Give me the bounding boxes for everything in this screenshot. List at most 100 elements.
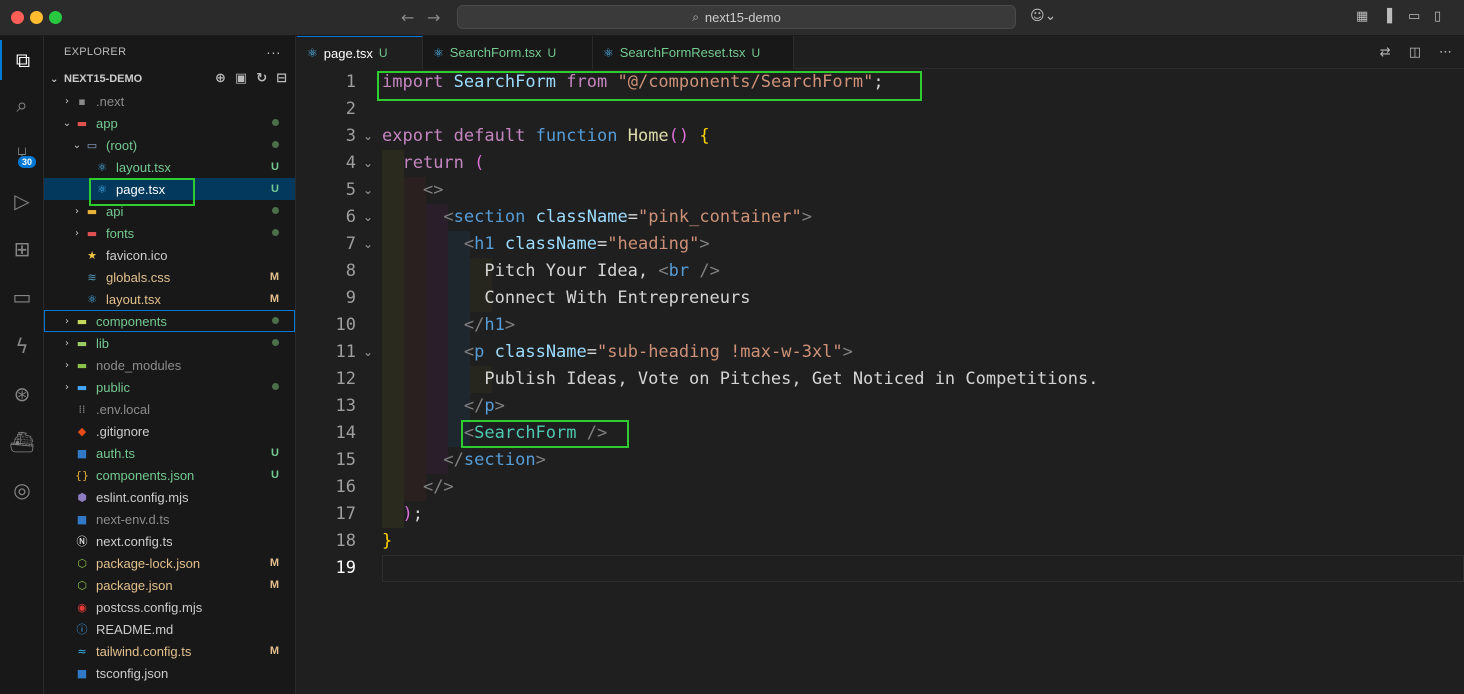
copilot-icon[interactable]: ☺⌄ [1030,8,1056,24]
line-number: 18 [335,531,356,551]
tree-item-next-env[interactable]: ■ next-env.d.ts [44,508,295,530]
tree-item-tailwind-config[interactable]: ≈ tailwind.config.ts M [44,640,295,662]
tree-item-label: .next [96,93,125,109]
tree-item-eslint-config[interactable]: ⬢ eslint.config.mjs [44,486,295,508]
fold-chevron-icon[interactable]: ⌄ [363,204,373,231]
tree-item-tsconfig[interactable]: ■ tsconfig.json [44,662,295,684]
punctuation: </ [443,450,464,470]
nodejs-icon: ⬡ [77,578,87,592]
tree-item-label: page.tsx [116,181,166,197]
fold-chevron-icon[interactable]: ⌄ [363,150,373,177]
tree-item-components-json[interactable]: {} components.json U [44,464,295,486]
toggle-secondary-sidebar-icon[interactable]: ▯ [1434,9,1441,24]
run-debug-icon[interactable]: ▷ [0,181,44,221]
status-dot [272,337,279,349]
tab-git-status: U [751,45,761,60]
new-folder-icon[interactable]: ▣ [235,71,247,86]
tab-searchform-tsx[interactable]: ⚛ SearchForm.tsx U [423,36,593,69]
project-section-header[interactable]: ⌄ NEXT15-DEMO ⊕ ▣ ↻ ⊟ [44,68,295,90]
tab-label: SearchForm.tsx [449,45,542,60]
tab-label: page.tsx [323,45,373,61]
thunder-client-icon[interactable]: ϟ [0,326,44,366]
line-number: 9 [345,288,356,308]
git-status: M [269,557,279,569]
extensions-icon[interactable]: ⊞ [0,229,44,269]
tree-item-gitignore[interactable]: ◆ .gitignore [44,420,295,442]
close-window-button[interactable] [11,11,24,24]
react-icon: ⚛ [433,45,444,60]
tree-item-label: favicon.ico [106,247,168,263]
folder-icon: ▪ [78,94,86,108]
maximize-window-button[interactable] [49,11,62,24]
tree-item-postcss-config[interactable]: ◉ postcss.config.mjs [44,596,295,618]
split-editor-icon[interactable]: ◫ [1409,45,1421,60]
toggle-panel-icon[interactable]: ▭ [1408,9,1420,24]
search-icon: ⌕ [692,9,699,24]
fold-chevron-icon[interactable]: ⌄ [363,177,373,204]
layout-customize-icon[interactable]: ▦ [1356,9,1368,24]
tree-item-readme[interactable]: ⓘ README.md [44,618,295,640]
tree-item-lib[interactable]: › ▬ lib [44,332,295,354]
refresh-icon[interactable]: ↻ [256,71,267,86]
code-line-8: 8 Pitch Your Idea, <br /> [297,258,1464,285]
code-editor[interactable]: 1 import SearchForm from "@/components/S… [297,69,1464,694]
jsx-tag: section [463,450,536,470]
tree-item-public[interactable]: › ▬ public [44,376,295,398]
search-icon[interactable]: ⌕ [0,85,44,125]
tree-item-node-modules[interactable]: › ▬ node_modules [44,354,295,376]
explorer-icon[interactable]: ⧉ [0,40,44,80]
tree-item-label: layout.tsx [106,291,161,307]
toggle-primary-sidebar-icon[interactable]: ▐ [1382,9,1392,24]
fold-chevron-icon[interactable]: ⌄ [363,231,373,258]
remote-explorer-icon[interactable]: ▭ [0,277,44,317]
punctuation: > [535,450,546,470]
tree-item-globals-css[interactable]: ≋ globals.css M [44,266,295,288]
tree-item-layout-root[interactable]: ⚛ layout.tsx U [44,156,295,178]
tree-item-next[interactable]: › ▪ .next [44,90,295,112]
tree-item-label: .gitignore [96,423,150,439]
code-line-6: 6 ⌄ <section className="pink_container"> [297,204,1464,231]
tree-item-components[interactable]: › ▬ components [44,310,295,332]
tree-item-app[interactable]: ⌄ ▬ app [44,112,295,134]
fold-chevron-icon[interactable]: ⌄ [363,123,373,150]
tree-item-root[interactable]: ⌄ ▭ (root) [44,134,295,156]
tree-item-label: tsconfig.json [96,665,169,681]
command-center-label: next15-demo [704,9,781,25]
tree-item-layout-app[interactable]: ⚛ layout.tsx M [44,288,295,310]
source-control-icon[interactable]: ⑂ 30 [0,134,44,174]
git-graph-icon[interactable]: ⊛ [0,374,44,414]
tree-item-api[interactable]: › ▬ api [44,200,295,222]
punctuation: { [699,126,710,146]
jsx-tag: h1 [474,234,495,254]
new-file-icon[interactable]: ⊕ [215,71,226,86]
function-name: Home [627,126,669,146]
gitlens-icon[interactable]: ◎ [0,470,44,510]
tree-item-next-config[interactable]: Ⓝ next.config.ts [44,530,295,552]
tree-item-package-lock[interactable]: ⬡ package-lock.json M [44,552,295,574]
explorer-title: EXPLORER [64,46,127,58]
tab-searchformreset-tsx[interactable]: ⚛ SearchFormReset.tsx U [593,36,794,69]
chevron-down-icon: ⌄ [62,117,72,129]
string: "pink_container" [637,207,802,227]
punctuation: </ [463,315,485,335]
more-actions-icon[interactable]: ⋯ [1439,45,1452,60]
collapse-all-icon[interactable]: ⊟ [276,71,287,86]
tree-item-fonts[interactable]: › ▬ fonts [44,222,295,244]
tab-page-tsx[interactable]: ⚛ page.tsx U [297,36,423,69]
minimize-window-button[interactable] [30,11,43,24]
fold-chevron-icon[interactable]: ⌄ [363,339,373,366]
tree-item-label: postcss.config.mjs [96,599,203,615]
tree-item-auth[interactable]: ■ auth.ts U [44,442,295,464]
tree-item-env-local[interactable]: ⁞⁞ .env.local [44,398,295,420]
tree-item-label: tailwind.config.ts [96,643,192,659]
tree-item-package-json[interactable]: ⬡ package.json M [44,574,295,596]
docker-icon[interactable]: ⛴ [0,422,44,462]
back-arrow-icon[interactable]: ← [401,8,414,27]
tree-item-favicon[interactable]: ★ favicon.ico [44,244,295,266]
compare-changes-icon[interactable]: ⇄ [1380,45,1391,60]
tree-item-page[interactable]: ⚛ page.tsx U [44,178,295,200]
forward-arrow-icon[interactable]: → [427,8,440,27]
more-actions-icon[interactable]: ··· [266,44,281,60]
tailwind-icon: ≈ [77,644,87,658]
command-center-search[interactable]: ⌕ next15-demo [457,5,1016,29]
